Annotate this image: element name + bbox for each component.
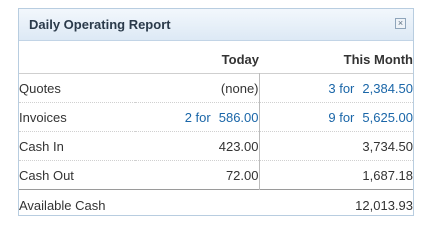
invoices-today-count-link[interactable]: 2 for [185, 110, 211, 125]
available-cash-spacer [135, 189, 259, 220]
quotes-month-amount-link[interactable]: 2,384.50 [362, 81, 413, 96]
invoices-month-count-link[interactable]: 9 for [328, 110, 354, 125]
invoices-label: Invoices [19, 102, 135, 132]
cash-in-label: Cash In [19, 131, 135, 161]
quotes-label: Quotes [19, 73, 135, 103]
report-table: Today This Month Quotes (none) 3 for 2,38… [19, 45, 413, 220]
cash-out-row: Cash Out 72.00 1,687.18 [19, 160, 413, 190]
close-icon[interactable]: × [395, 18, 406, 29]
quotes-row: Quotes (none) 3 for 2,384.50 [19, 73, 413, 103]
quotes-month-count-link[interactable]: 3 for [328, 81, 354, 96]
cash-out-label: Cash Out [19, 160, 135, 190]
invoices-today-amount-link[interactable]: 586.00 [219, 110, 259, 125]
available-cash-row: Available Cash 12,013.93 [19, 189, 413, 220]
invoices-month-amount-link[interactable]: 5,625.00 [362, 110, 413, 125]
today-column-header: Today [221, 51, 259, 67]
cash-in-month-value: 3,734.50 [259, 131, 413, 161]
panel-header: Daily Operating Report × [19, 9, 413, 41]
invoices-row: Invoices 2 for 586.00 9 for 5,625.00 [19, 102, 413, 132]
cash-out-month-value: 1,687.18 [259, 160, 413, 190]
cash-out-today-value: 72.00 [135, 160, 260, 190]
available-cash-value: 12,013.93 [259, 189, 413, 220]
cash-in-row: Cash In 423.00 3,734.50 [19, 131, 413, 161]
invoices-today-cell: 2 for 586.00 [135, 102, 260, 132]
invoices-month-cell: 9 for 5,625.00 [259, 102, 413, 132]
table-header-row: Today This Month [19, 45, 413, 74]
available-cash-label: Available Cash [19, 189, 135, 220]
panel-title: Daily Operating Report [29, 17, 171, 32]
quotes-today-value: (none) [135, 73, 260, 103]
this-month-column-header: This Month [343, 51, 413, 67]
daily-operating-report-panel: Daily Operating Report × Today This Mont… [18, 8, 414, 220]
quotes-month-cell: 3 for 2,384.50 [259, 73, 413, 103]
label-column-header [19, 45, 135, 74]
cash-in-today-value: 423.00 [135, 131, 260, 161]
